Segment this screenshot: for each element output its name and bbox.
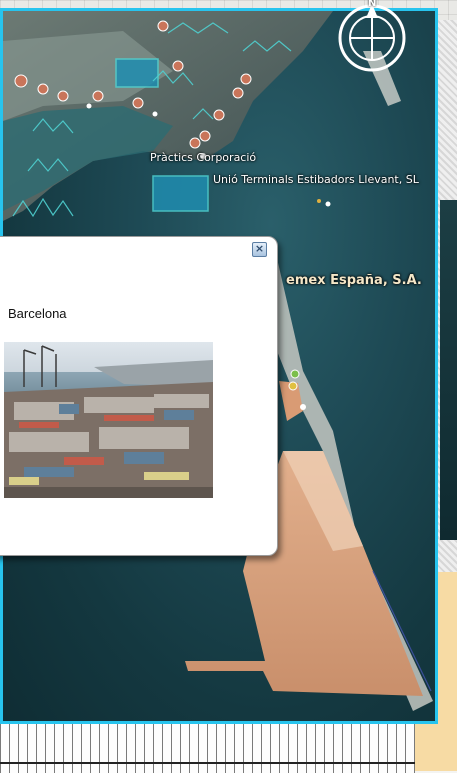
3d-building-icon[interactable] bbox=[152, 175, 209, 212]
placemark-icon[interactable] bbox=[37, 83, 49, 95]
placemark-icon[interactable] bbox=[232, 87, 244, 99]
inner-basin bbox=[3, 106, 173, 211]
balloon-title: Barcelona bbox=[8, 306, 67, 321]
placemark-dot[interactable] bbox=[152, 111, 158, 117]
placemark-icon[interactable] bbox=[172, 60, 184, 72]
placemark-icon[interactable] bbox=[14, 74, 28, 88]
placemark-icon[interactable] bbox=[290, 369, 300, 379]
placemark-dot[interactable] bbox=[325, 201, 331, 207]
balloon-photo[interactable] bbox=[4, 342, 213, 498]
background-map-border bbox=[0, 762, 415, 764]
compass-icon[interactable] bbox=[334, 0, 410, 76]
placemark-icon[interactable] bbox=[213, 109, 225, 121]
placemark-icon[interactable] bbox=[92, 90, 104, 102]
map-label-practics[interactable]: Pràctics Corporació bbox=[150, 151, 256, 164]
close-icon[interactable]: × bbox=[252, 242, 267, 257]
placemark-icon[interactable] bbox=[132, 97, 144, 109]
placemark-dot[interactable] bbox=[317, 199, 321, 203]
map-label-unio[interactable]: Unió Terminals Estibadors Llevant, SL bbox=[213, 173, 419, 186]
3d-building-icon[interactable] bbox=[115, 58, 159, 88]
placemark-icon[interactable] bbox=[199, 130, 211, 142]
map-label-cemex[interactable]: emex España, S.A. bbox=[286, 273, 422, 288]
placemark-icon[interactable] bbox=[57, 90, 69, 102]
placemark-dot[interactable] bbox=[86, 103, 92, 109]
placemark-icon[interactable] bbox=[288, 381, 298, 391]
background-map-plan bbox=[0, 720, 415, 773]
placemark-icon[interactable] bbox=[189, 137, 201, 149]
placemark-dot[interactable] bbox=[300, 404, 306, 410]
background-map-water bbox=[440, 200, 457, 540]
compass-north-label: N bbox=[368, 0, 377, 9]
placemark-icon[interactable] bbox=[157, 20, 169, 32]
placemark-icon[interactable] bbox=[240, 73, 252, 85]
